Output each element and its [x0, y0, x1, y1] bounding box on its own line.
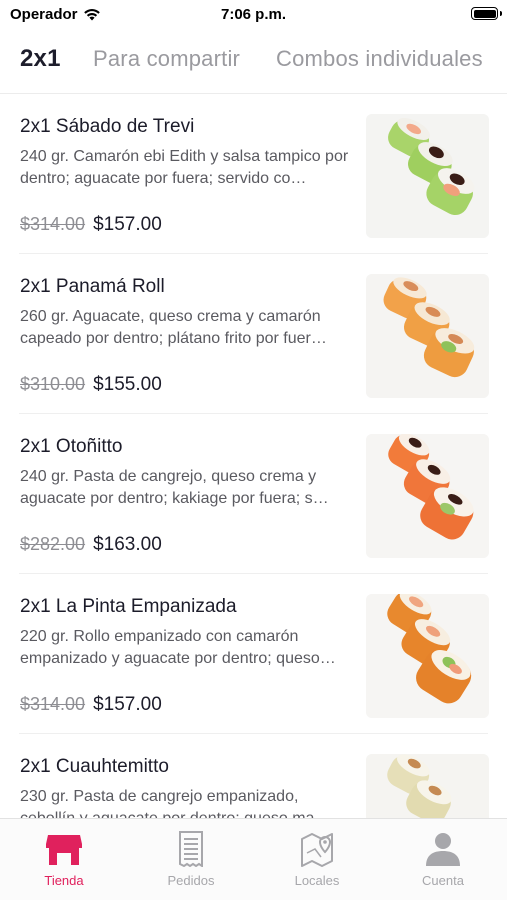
price-row: $314.00 $157.00 — [20, 214, 162, 236]
price-row: $282.00 $163.00 — [20, 534, 162, 556]
tabbar-item-cuenta[interactable]: Cuenta — [398, 831, 488, 888]
original-price: $314.00 — [20, 214, 86, 234]
product-item[interactable]: 2x1 La Pinta Empanizada 220 gr. Rollo em… — [0, 574, 507, 734]
bottom-tab-bar: Tienda Pedidos Locales Cuenta — [0, 818, 507, 900]
tabbar-label: Pedidos — [167, 873, 215, 888]
original-price: $314.00 — [20, 694, 86, 714]
product-description: 260 gr. Aguacate, queso crema y camarón … — [20, 308, 327, 347]
sale-price: $157.00 — [93, 214, 162, 235]
tabbar-label: Cuenta — [422, 873, 464, 888]
price-row: $314.00 $157.00 — [20, 694, 162, 716]
product-title: 2x1 Otoñitto — [20, 436, 123, 457]
product-item[interactable]: 2x1 Cuauhtemitto 230 gr. Pasta de cangre… — [0, 734, 507, 818]
tabbar-item-locales[interactable]: Locales — [272, 831, 362, 888]
sale-price: $163.00 — [93, 534, 162, 555]
map-icon — [301, 833, 333, 867]
tab-combos-individuales[interactable]: Combos individuales — [276, 46, 483, 72]
product-description: 240 gr. Camarón ebi Edith y salsa tampic… — [20, 148, 349, 187]
tab-2x1[interactable]: 2x1 — [20, 45, 61, 73]
sushi-roll-cream-image[interactable] — [366, 754, 489, 818]
category-tabs: 2x1 Para compartir Combos individuales — [0, 38, 507, 88]
product-title: 2x1 Sábado de Trevi — [20, 116, 195, 137]
sushi-roll-avocado-image[interactable] — [366, 114, 489, 238]
store-icon — [46, 835, 82, 865]
product-item[interactable]: 2x1 Panamá Roll 260 gr. Aguacate, queso … — [0, 254, 507, 414]
product-item[interactable]: 2x1 Otoñitto 240 gr. Pasta de cangrejo, … — [0, 414, 507, 574]
tab-para-compartir[interactable]: Para compartir — [93, 46, 240, 72]
status-time: 7:06 p.m. — [220, 6, 287, 23]
sushi-roll-plantain-image[interactable] — [366, 274, 489, 398]
original-price: $282.00 — [20, 534, 86, 554]
battery-icon — [471, 7, 502, 20]
sale-price: $157.00 — [93, 694, 162, 715]
sale-price: $155.00 — [93, 374, 162, 395]
sushi-roll-breaded-image[interactable] — [366, 594, 489, 718]
product-title: 2x1 Cuauhtemitto — [20, 756, 169, 777]
product-description: 230 gr. Pasta de cangrejo empanizado, ce… — [20, 788, 330, 818]
product-list[interactable]: 2x1 Sábado de Trevi 240 gr. Camarón ebi … — [0, 94, 507, 818]
receipt-icon — [179, 831, 203, 867]
product-title: 2x1 La Pinta Empanizada — [20, 596, 237, 617]
tabbar-label: Locales — [294, 873, 340, 888]
tabbar-item-tienda[interactable]: Tienda — [19, 831, 109, 888]
product-description: 220 gr. Rollo empanizado con camarón emp… — [20, 628, 336, 667]
status-bar: Operador 7:06 p.m. — [0, 0, 507, 30]
price-row: $310.00 $155.00 — [20, 374, 162, 396]
sushi-roll-kakiage-image[interactable] — [366, 434, 489, 558]
original-price: $310.00 — [20, 374, 86, 394]
tabbar-label: Tienda — [44, 873, 84, 888]
product-description: 240 gr. Pasta de cangrejo, queso crema y… — [20, 468, 329, 507]
tabbar-item-pedidos[interactable]: Pedidos — [146, 831, 236, 888]
product-title: 2x1 Panamá Roll — [20, 276, 165, 297]
product-item[interactable]: 2x1 Sábado de Trevi 240 gr. Camarón ebi … — [0, 94, 507, 254]
account-icon — [426, 833, 460, 866]
